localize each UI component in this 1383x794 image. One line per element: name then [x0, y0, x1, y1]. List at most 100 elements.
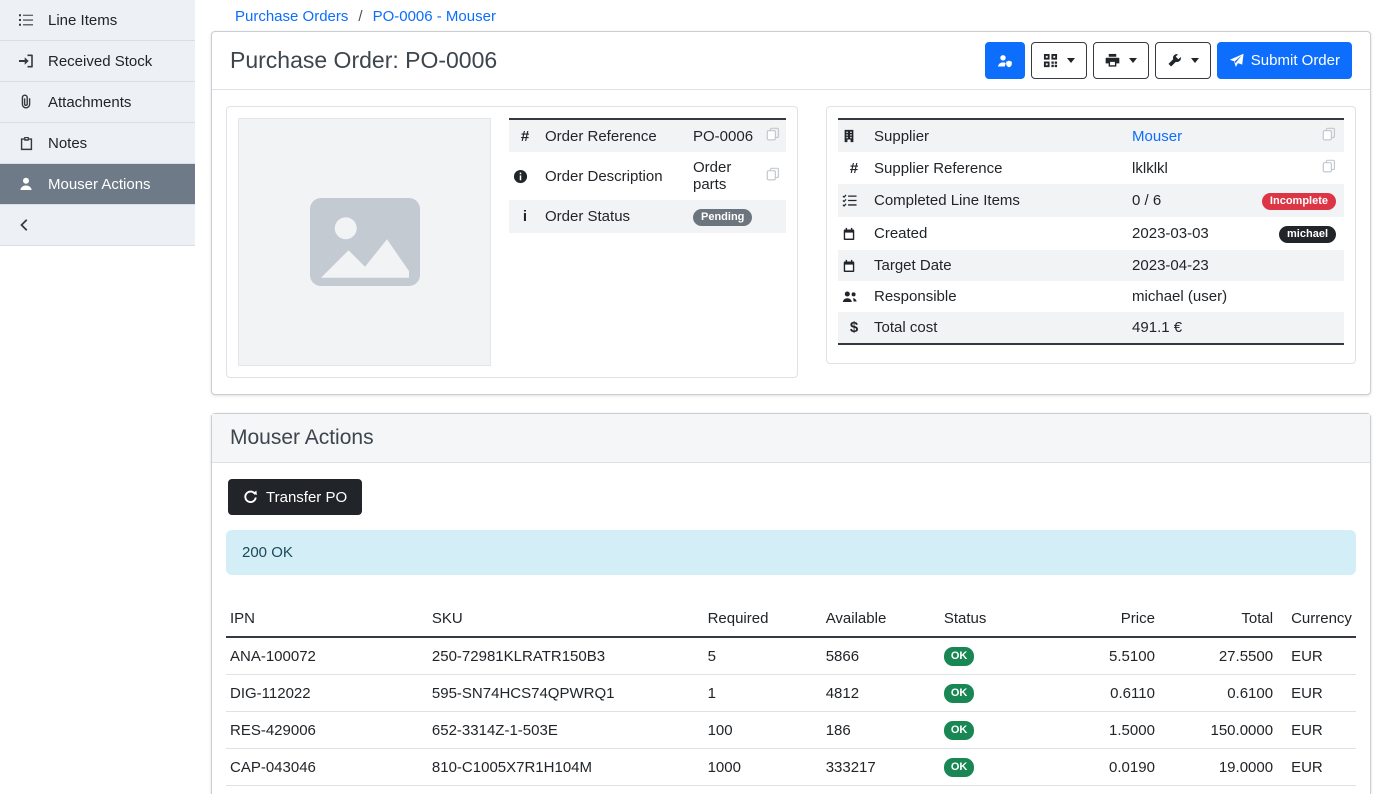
cell-required: 1 — [704, 675, 822, 712]
cell-required: 100 — [704, 712, 822, 749]
submit-order-button[interactable]: Submit Order — [1217, 42, 1352, 79]
detail-row-order-reference: # Order Reference PO-0006 — [509, 119, 786, 152]
cell-ipn: ANA-100072 — [226, 637, 428, 675]
table-row: ANA-100072 250-72981KLRATR150B3 5 5866 O… — [226, 637, 1356, 675]
supplier-details-table: Supplier Mouser # Supplier Reference lkl… — [838, 118, 1344, 345]
submit-order-label: Submit Order — [1251, 52, 1340, 69]
cell-total: 0.6100 — [1159, 675, 1277, 712]
cell-sku: 810-C1005X7R1H104M — [428, 749, 704, 786]
column-header-price: Price — [1041, 601, 1159, 637]
breadcrumb-purchase-orders-link[interactable]: Purchase Orders — [235, 8, 348, 25]
sidebar-item-notes[interactable]: Notes — [0, 123, 195, 164]
column-header-sku: SKU — [428, 601, 704, 637]
status-alert: 200 OK — [226, 530, 1356, 575]
sidebar-item-attachments[interactable]: Attachments — [0, 82, 195, 123]
main-content: Purchase Orders / PO-0006 - Mouser Purch… — [195, 0, 1383, 794]
detail-row-supplier: Supplier Mouser — [838, 119, 1344, 152]
cell-currency: EUR — [1277, 637, 1356, 675]
user-badge: michael — [1279, 226, 1336, 243]
line-items-table: IPN SKU Required Available Status Price … — [226, 601, 1356, 794]
detail-row-created: Created 2023-03-03 michael — [838, 217, 1344, 250]
user-actions-button[interactable] — [985, 42, 1025, 79]
breadcrumb-po-link[interactable]: PO-0006 - Mouser — [373, 8, 496, 25]
cell-required: 1000 — [704, 749, 822, 786]
cell-price: 0.6110 — [1041, 675, 1159, 712]
qrcode-icon — [1043, 53, 1058, 68]
cell-available: 5866 — [822, 637, 940, 675]
purchase-order-card-body: # Order Reference PO-0006 — [212, 90, 1370, 394]
transfer-po-button[interactable]: Transfer PO — [228, 479, 362, 515]
detail-label: Total cost — [870, 312, 1128, 344]
cell-ipn: DIG-112022 — [226, 675, 428, 712]
cell-price: 0.0190 — [1041, 749, 1159, 786]
user-icon — [17, 176, 35, 192]
header-button-row: Submit Order — [985, 42, 1352, 79]
list-check-icon — [842, 193, 866, 208]
ok-badge: OK — [944, 647, 975, 666]
copy-icon[interactable] — [766, 127, 780, 141]
detail-value: michael (user) — [1128, 281, 1258, 312]
cell-ipn: CAP-043046 — [226, 749, 428, 786]
paper-plane-icon — [1229, 53, 1244, 68]
cell-price: 1.4000 — [1041, 786, 1159, 794]
barcode-menu-button[interactable] — [1031, 42, 1087, 79]
printer-icon — [1105, 53, 1120, 68]
sidebar-item-mouser-actions[interactable]: Mouser Actions — [0, 164, 195, 205]
detail-value: PO-0006 — [689, 119, 760, 152]
cell-sku: 652-3314Z-1-503E — [428, 712, 704, 749]
detail-row-total-cost: $ Total cost 491.1 € — [838, 312, 1344, 344]
cell-sku: 926-LMC7101QM5/NOPB — [428, 786, 704, 794]
column-header-currency: Currency — [1277, 601, 1356, 637]
caret-down-icon — [1067, 58, 1075, 63]
detail-label: Created — [870, 217, 1128, 250]
detail-row-responsible: Responsible michael (user) — [838, 281, 1344, 312]
print-menu-button[interactable] — [1093, 42, 1149, 79]
supplier-details-box: Supplier Mouser # Supplier Reference lkl… — [826, 106, 1356, 364]
breadcrumb-separator: / — [358, 8, 362, 25]
supplier-link[interactable]: Mouser — [1132, 128, 1182, 145]
cell-available: 186 — [822, 712, 940, 749]
sidebar-item-label: Line Items — [48, 12, 117, 29]
sidebar-item-received-stock[interactable]: Received Stock — [0, 41, 195, 82]
sidebar-item-label: Attachments — [48, 94, 131, 111]
detail-label: Supplier Reference — [870, 152, 1128, 184]
ok-badge: OK — [944, 684, 975, 703]
order-image-placeholder[interactable] — [238, 118, 491, 366]
list-icon — [17, 12, 35, 28]
cell-currency: EUR — [1277, 675, 1356, 712]
detail-label: Responsible — [870, 281, 1128, 312]
incomplete-badge: Incomplete — [1262, 193, 1336, 210]
detail-row-order-status: i Order Status Pending — [509, 200, 786, 233]
mouser-actions-body: Transfer PO 200 OK IPN SKU Required Avai… — [212, 463, 1370, 794]
copy-icon[interactable] — [766, 167, 780, 181]
hash-icon: # — [521, 128, 529, 145]
column-header-available: Available — [822, 601, 940, 637]
paperclip-icon — [17, 94, 35, 110]
order-details-box: # Order Reference PO-0006 — [226, 106, 798, 378]
sidebar-collapse-button[interactable] — [0, 205, 195, 246]
copy-icon[interactable] — [1322, 127, 1336, 141]
sidebar-item-label: Received Stock — [48, 53, 152, 70]
detail-value: 0 / 6 — [1128, 184, 1258, 217]
copy-icon[interactable] — [1322, 159, 1336, 173]
cell-sku: 595-SN74HCS74QPWRQ1 — [428, 675, 704, 712]
detail-row-completed-line-items: Completed Line Items 0 / 6 Incomplete — [838, 184, 1344, 217]
hash-icon: # — [850, 160, 858, 177]
admin-menu-button[interactable] — [1155, 42, 1211, 79]
purchase-order-card: Purchase Order: PO-0006 — [211, 31, 1371, 395]
status-badge: Pending — [693, 209, 752, 226]
purchase-order-card-header: Purchase Order: PO-0006 — [212, 32, 1370, 90]
caret-down-icon — [1129, 58, 1137, 63]
column-header-required: Required — [704, 601, 822, 637]
transfer-po-label: Transfer PO — [266, 489, 347, 506]
detail-row-target-date: Target Date 2023-04-23 — [838, 250, 1344, 281]
detail-value: lklklkl — [1128, 152, 1258, 184]
detail-value: 2023-03-03 — [1128, 217, 1258, 250]
detail-label: Completed Line Items — [870, 184, 1128, 217]
detail-label: Order Reference — [541, 119, 689, 152]
user-shield-icon — [997, 53, 1013, 69]
sidebar-item-label: Mouser Actions — [48, 176, 151, 193]
mouser-actions-card: Mouser Actions Transfer PO 200 OK — [211, 413, 1371, 794]
sidebar-item-line-items[interactable]: Line Items — [0, 0, 195, 41]
calendar-icon — [842, 227, 866, 241]
